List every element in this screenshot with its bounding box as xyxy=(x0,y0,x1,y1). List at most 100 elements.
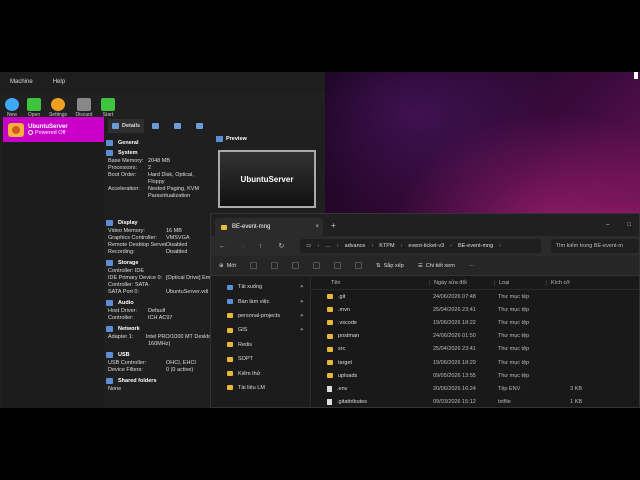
pin-icon: ✦ xyxy=(299,284,304,291)
tab-activity[interactable] xyxy=(192,119,210,133)
folder-icon xyxy=(227,371,233,377)
breadcrumb-item[interactable]: event-ticket-v3 xyxy=(408,243,444,249)
detail-row: Graphics Controller: VMSVGA xyxy=(106,235,214,242)
back-arrow-icon[interactable]: ← xyxy=(219,243,229,250)
file-name: src xyxy=(338,346,346,353)
cut-button[interactable] xyxy=(250,262,258,269)
breadcrumb-more-icon[interactable]: … xyxy=(325,243,331,249)
detail-row: Adapter 1: Intel PRO/1000 MT Desktop ( xyxy=(106,334,214,341)
detail-key: Adapter 1: xyxy=(108,334,134,340)
nav-item-tai-lieu-lm[interactable]: Tài liệu LM xyxy=(211,381,310,395)
section-system[interactable]: System xyxy=(106,150,214,156)
details-icon xyxy=(112,123,119,129)
file-row[interactable]: .gitattributes 09/03/2026 15:12 txtfile 1 K… xyxy=(311,396,639,408)
copy-button[interactable] xyxy=(271,262,279,269)
section-general[interactable]: General xyxy=(106,140,214,146)
menu-machine[interactable]: Machine xyxy=(10,79,33,85)
rename-icon xyxy=(313,262,321,269)
column-type[interactable]: Loại xyxy=(494,279,546,286)
vm-item-ubuntuserver[interactable]: UbuntuServer Powered Off xyxy=(3,117,104,142)
nav-item-kiem-thu[interactable]: Kiểm thử xyxy=(211,366,310,380)
file-type: Thư mục tệp xyxy=(498,372,530,379)
folder-icon xyxy=(327,307,333,313)
section-general-title: General xyxy=(118,140,139,146)
rename-button[interactable] xyxy=(313,262,321,269)
file-type: Thư mục tệp xyxy=(498,306,530,313)
tab-snapshots[interactable] xyxy=(148,119,166,133)
search-input[interactable]: Tìm kiếm trong BE-event-m xyxy=(550,239,639,253)
file-row[interactable]: .mvn 25/04/2026 23:41 Thư mục tệp xyxy=(311,303,639,316)
file-row[interactable]: target 19/06/2026 18:29 Thư mục tệp xyxy=(311,356,639,369)
file-date: 24/06/2026 01:50 xyxy=(433,333,476,340)
breadcrumb-item[interactable]: advance xyxy=(345,243,366,249)
share-button[interactable] xyxy=(334,262,342,269)
up-arrow-icon[interactable]: ↑ xyxy=(259,243,269,250)
refresh-icon[interactable]: ↻ xyxy=(278,242,288,250)
detail-value: 160MHz) xyxy=(148,341,171,347)
forward-arrow-icon[interactable]: → xyxy=(239,243,249,250)
new-tab-button[interactable]: + xyxy=(331,221,336,230)
column-size[interactable]: Kích cỡ xyxy=(546,279,586,286)
preview-header[interactable]: Preview xyxy=(216,136,247,142)
close-tab-icon[interactable]: × xyxy=(315,224,319,230)
file-row[interactable]: postman 24/06/2026 01:50 Thư mục tệp xyxy=(311,330,639,343)
start-arrow-icon xyxy=(101,98,115,111)
nav-item-sopt[interactable]: SOPT xyxy=(211,352,310,366)
section-usb-title: USB xyxy=(118,352,130,358)
discard-button[interactable]: Discard xyxy=(73,98,95,118)
section-display-title: Display xyxy=(118,220,138,226)
sort-button[interactable]: ⇅ Sắp xếp xyxy=(376,263,404,269)
settings-button[interactable]: Settings xyxy=(47,98,69,118)
detail-row: Controller: SATA xyxy=(106,282,214,289)
new-button[interactable]: New xyxy=(3,98,21,118)
paste-button[interactable] xyxy=(292,262,300,269)
chevron-right-icon: › xyxy=(336,243,339,249)
view-button[interactable]: ☰ Chi tiết xem xyxy=(418,263,455,269)
file-row[interactable]: .vscode 19/06/2026 18:22 Thư mục tệp xyxy=(311,316,639,329)
detail-value: Disabled xyxy=(166,242,188,248)
file-row[interactable]: src 25/04/2026 23:41 Thư mục tệp xyxy=(311,343,639,356)
tab-logs[interactable] xyxy=(170,119,188,133)
delete-button[interactable] xyxy=(355,262,363,269)
file-row[interactable]: uploads 09/05/2026 13:55 Thư mục tệp xyxy=(311,369,639,382)
maximize-button[interactable]: □ xyxy=(627,222,631,228)
start-button[interactable]: Start xyxy=(99,98,117,118)
breadcrumb[interactable]: ▭ › … › advance › KTPM › event-ticket-v3… xyxy=(300,239,541,253)
detail-row: Remote Desktop Server: Disabled xyxy=(106,242,214,249)
breadcrumb-item[interactable]: BE-event-mng xyxy=(458,243,493,249)
nav-item-desktop[interactable]: Bàn làm việc ✦ xyxy=(211,294,310,308)
file-row[interactable]: .git 24/06/2026 07:48 Thư mục tệp xyxy=(311,290,639,303)
monitor-icon: ▭ xyxy=(306,243,312,249)
explorer-tab[interactable]: BE-event-mng × xyxy=(215,218,323,236)
menu-help[interactable]: Help xyxy=(53,79,65,85)
nav-item-personal-projects[interactable]: personal-projects ✦ xyxy=(211,309,310,323)
file-row[interactable]: .env 20/06/2026 16:24 Tệp ENV 3 KB xyxy=(311,382,639,395)
more-options-icon[interactable]: ··· xyxy=(469,263,475,269)
nav-item-downloads[interactable]: Tải xuống ✦ xyxy=(211,280,310,294)
nav-item-gis[interactable]: GIS ✦ xyxy=(211,323,310,337)
mouse-cursor-icon xyxy=(634,72,638,79)
column-date[interactable]: Ngày sửa đổi xyxy=(429,279,494,286)
breadcrumb-item[interactable]: KTPM xyxy=(379,243,394,249)
section-shared-folders[interactable]: Shared folders xyxy=(106,378,214,384)
section-network[interactable]: Network xyxy=(106,326,214,332)
detail-row: None xyxy=(106,386,214,393)
column-name[interactable]: Tên xyxy=(311,280,429,286)
downloads-icon xyxy=(227,284,233,290)
chevron-right-icon: › xyxy=(317,243,320,249)
new-button[interactable]: ⊕ Mới xyxy=(219,263,236,269)
section-display[interactable]: Display xyxy=(106,220,214,226)
file-type: txtfile xyxy=(498,399,511,406)
chevron-right-icon: › xyxy=(371,243,374,249)
command-bar: ⊕ Mới ⇅ Sắp xếp ☰ Chi tiết xem ··· xyxy=(211,256,639,276)
section-audio[interactable]: Audio xyxy=(106,300,214,306)
section-usb[interactable]: USB xyxy=(106,352,214,358)
minimize-button[interactable]: – xyxy=(606,222,609,228)
file-date: 19/06/2026 18:22 xyxy=(433,319,476,326)
tab-details[interactable]: Details xyxy=(108,119,145,133)
system-rows: Base Memory: 2048 MB Processors: 2 Boot Or… xyxy=(106,158,214,200)
nav-item-redis[interactable]: Redis xyxy=(211,338,310,352)
window-controls: – □ xyxy=(606,222,631,228)
section-storage[interactable]: Storage xyxy=(106,260,214,266)
open-button[interactable]: Open xyxy=(25,98,43,118)
